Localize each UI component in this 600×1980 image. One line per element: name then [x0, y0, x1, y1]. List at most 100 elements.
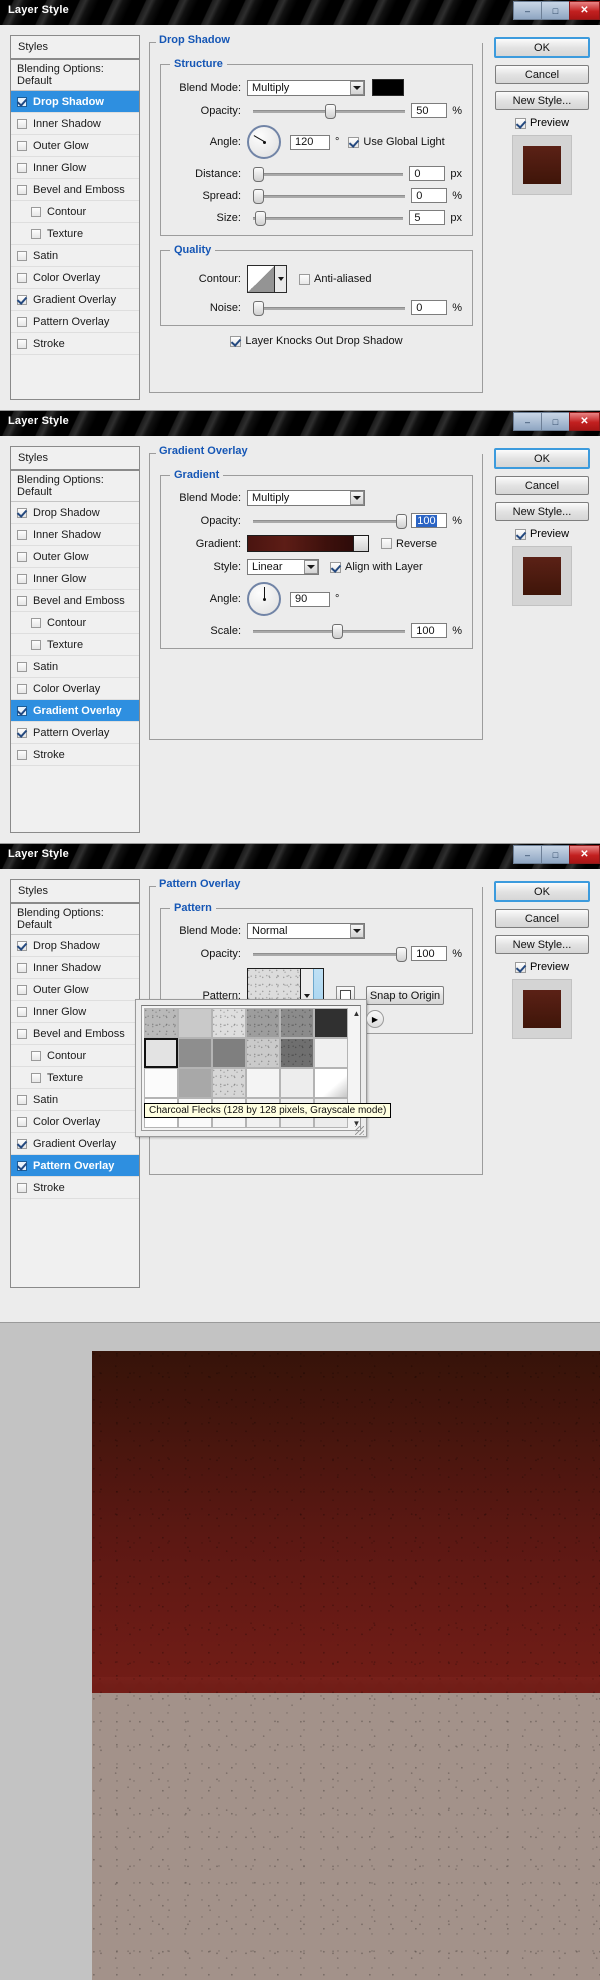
chevron-down-icon[interactable]: [350, 491, 364, 505]
chevron-down-icon[interactable]: [304, 560, 318, 574]
snap-to-origin-button[interactable]: Snap to Origin: [366, 986, 444, 1005]
checkbox-icon[interactable]: [17, 316, 27, 327]
minimize-button[interactable]: –: [513, 1, 541, 20]
blend-mode-select[interactable]: Multiply: [247, 79, 365, 96]
checkbox-icon[interactable]: [17, 1006, 27, 1017]
pattern-swatch[interactable]: [144, 1068, 178, 1098]
slider-thumb[interactable]: [253, 188, 264, 204]
sidebar-item-contour[interactable]: Contour: [11, 612, 139, 634]
sidebar-item-stroke[interactable]: Stroke: [11, 1177, 139, 1199]
pattern-swatch[interactable]: [280, 1038, 314, 1068]
pattern-preset-picker-popup[interactable]: ▲ ▼ ▶ Charcoal Flecks (128 by 128 pixels…: [135, 999, 392, 1137]
pattern-swatch[interactable]: [280, 1068, 314, 1098]
pattern-swatch[interactable]: [280, 1008, 314, 1038]
pattern-swatch[interactable]: [144, 1008, 178, 1038]
checkbox-icon[interactable]: [330, 561, 341, 573]
checkbox-icon[interactable]: [17, 118, 27, 129]
sidebar-item-pattern-overlay[interactable]: Pattern Overlay: [11, 1155, 139, 1177]
sidebar-item-gradient-overlay[interactable]: Gradient Overlay: [11, 1133, 139, 1155]
maximize-button[interactable]: □: [541, 1, 569, 20]
checkbox-icon[interactable]: [17, 1182, 27, 1193]
pattern-swatch[interactable]: [178, 1038, 212, 1068]
sidebar-item-outer-glow[interactable]: Outer Glow: [11, 546, 139, 568]
sidebar-item-bevel-and-emboss[interactable]: Bevel and Emboss: [11, 1023, 139, 1045]
size-input[interactable]: 5: [409, 210, 446, 225]
chevron-down-icon[interactable]: [350, 924, 364, 938]
checkbox-icon[interactable]: [17, 1094, 27, 1105]
title-bar[interactable]: Layer Style – □ ✕: [0, 844, 600, 869]
opacity-slider[interactable]: [253, 946, 408, 962]
new-style-button[interactable]: New Style...: [495, 502, 589, 521]
preview-checkbox[interactable]: Preview: [514, 528, 569, 540]
scale-input[interactable]: 100: [411, 623, 448, 638]
opacity-input[interactable]: 100: [411, 946, 448, 961]
sidebar-item-stroke[interactable]: Stroke: [11, 333, 139, 355]
slider-thumb[interactable]: [253, 166, 264, 182]
new-style-button[interactable]: New Style...: [495, 935, 589, 954]
checkbox-icon[interactable]: [17, 140, 27, 151]
anti-aliased-checkbox[interactable]: Anti-aliased: [299, 273, 371, 285]
checkbox-icon[interactable]: [31, 206, 41, 217]
sidebar-item-outer-glow[interactable]: Outer Glow: [11, 979, 139, 1001]
checkbox-icon[interactable]: [17, 272, 27, 283]
sidebar-item-texture[interactable]: Texture: [11, 223, 139, 245]
checkbox-icon[interactable]: [17, 551, 27, 562]
pattern-swatch[interactable]: [314, 1038, 348, 1068]
distance-input[interactable]: 0: [409, 166, 446, 181]
chevron-down-icon[interactable]: [274, 266, 286, 292]
sidebar-item-bevel-and-emboss[interactable]: Bevel and Emboss: [11, 590, 139, 612]
noise-input[interactable]: 0: [411, 300, 448, 315]
pattern-swatch-selected[interactable]: [144, 1038, 178, 1068]
picker-menu-icon[interactable]: ▶: [366, 1010, 384, 1028]
checkbox-icon[interactable]: [17, 727, 27, 738]
new-style-button[interactable]: New Style...: [495, 91, 589, 110]
sidebar-item-satin[interactable]: Satin: [11, 245, 139, 267]
sidebar-item-outer-glow[interactable]: Outer Glow: [11, 135, 139, 157]
angle-dial[interactable]: [247, 125, 281, 159]
angle-input[interactable]: 120: [290, 134, 330, 150]
pattern-swatch[interactable]: [212, 1008, 246, 1038]
gradient-style-select[interactable]: Linear: [247, 559, 319, 575]
maximize-button[interactable]: □: [541, 845, 569, 864]
sidebar-item-drop-shadow[interactable]: Drop Shadow: [11, 502, 139, 524]
resize-grip-icon[interactable]: [355, 1126, 364, 1135]
checkbox-icon[interactable]: [514, 117, 526, 129]
maximize-button[interactable]: □: [541, 412, 569, 431]
title-bar[interactable]: Layer Style – □ ✕: [0, 411, 600, 436]
sidebar-item-inner-shadow[interactable]: Inner Shadow: [11, 524, 139, 546]
checkbox-icon[interactable]: [17, 705, 27, 716]
sidebar-item-blending-options[interactable]: Blending Options: Default: [11, 904, 139, 935]
checkbox-icon[interactable]: [31, 1050, 41, 1061]
slider-thumb[interactable]: [396, 946, 408, 962]
shadow-color-swatch[interactable]: [372, 79, 404, 96]
checkbox-icon[interactable]: [17, 749, 27, 760]
gradient-picker[interactable]: [247, 535, 369, 552]
preview-checkbox[interactable]: Preview: [514, 961, 569, 973]
slider-thumb[interactable]: [332, 623, 344, 639]
pattern-swatch[interactable]: [178, 1068, 212, 1098]
scroll-up-icon[interactable]: ▲: [351, 1008, 362, 1018]
close-button[interactable]: ✕: [569, 1, 600, 20]
checkbox-icon[interactable]: [17, 529, 27, 540]
opacity-slider[interactable]: [253, 513, 408, 529]
sidebar-item-pattern-overlay[interactable]: Pattern Overlay: [11, 311, 139, 333]
sidebar-item-stroke[interactable]: Stroke: [11, 744, 139, 766]
minimize-button[interactable]: –: [513, 412, 541, 431]
pattern-swatch[interactable]: [212, 1068, 246, 1098]
opacity-slider[interactable]: [253, 103, 406, 119]
sidebar-item-texture[interactable]: Texture: [11, 634, 139, 656]
angle-dial[interactable]: [247, 582, 281, 616]
checkbox-icon[interactable]: [381, 538, 392, 549]
checkbox-icon[interactable]: [31, 639, 41, 650]
reverse-checkbox[interactable]: Reverse: [381, 538, 437, 550]
slider-thumb[interactable]: [254, 210, 266, 226]
blend-mode-select[interactable]: Normal: [247, 923, 365, 939]
chevron-down-icon[interactable]: [350, 80, 364, 95]
checkbox-icon[interactable]: [17, 250, 27, 261]
align-with-layer-checkbox[interactable]: Align with Layer: [330, 561, 423, 573]
sidebar-item-blending-options[interactable]: Blending Options: Default: [11, 471, 139, 502]
sidebar-item-drop-shadow[interactable]: Drop Shadow: [11, 91, 139, 113]
chevron-down-icon[interactable]: [353, 536, 368, 551]
checkbox-icon[interactable]: [17, 507, 27, 518]
checkbox-icon[interactable]: [17, 96, 27, 107]
